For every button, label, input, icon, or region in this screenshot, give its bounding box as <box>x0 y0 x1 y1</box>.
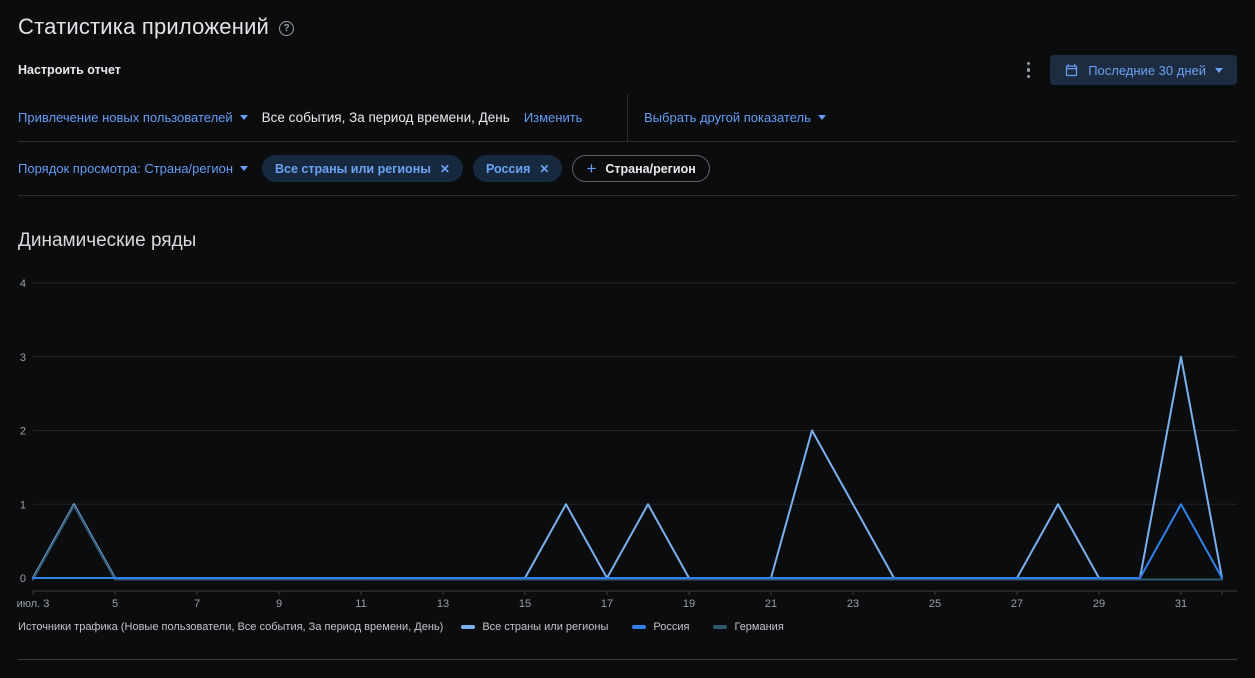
legend-item: Все страны или регионы <box>461 621 608 633</box>
remove-chip-icon[interactable]: ✕ <box>440 162 450 176</box>
more-options-icon[interactable] <box>1021 58 1037 83</box>
svg-text:3: 3 <box>20 352 26 364</box>
svg-text:27: 27 <box>1011 598 1023 610</box>
legend-label: Россия <box>653 621 690 633</box>
svg-text:19: 19 <box>683 598 695 610</box>
filter-chip-russia[interactable]: Россия ✕ <box>472 155 563 182</box>
configure-report-label: Настроить отчет <box>18 63 121 77</box>
date-range-label: Последние 30 дней <box>1088 62 1206 78</box>
bottom-divider <box>18 659 1237 660</box>
calendar-icon <box>1066 63 1078 76</box>
chip-label: Все страны или регионы <box>275 161 431 176</box>
page-header: Статистика приложений ? <box>0 0 1255 40</box>
view-order-label: Порядок просмотра: Страна/регион <box>18 161 234 176</box>
metric-detail: Все события, За период времени, День <box>261 110 510 125</box>
svg-text:23: 23 <box>847 598 859 610</box>
chart-canvas[interactable]: 01234июл. 3 5 7 9 11 13 15 17 19 21 23 25 27 29 31 <box>0 272 1255 612</box>
svg-text:29: 29 <box>1093 598 1105 610</box>
report-actions: Последние 30 дней <box>1021 55 1237 85</box>
chevron-down-icon <box>239 115 248 120</box>
view-order-selector[interactable]: Порядок просмотра: Страна/регион <box>18 161 249 176</box>
time-series-chart[interactable]: 0 1 2 3 4 июл. 3 5 7 9 11 13 15 17 19 21 23 25 27 29 31 <box>0 272 1255 617</box>
compare-metric-selector[interactable]: Выбрать другой показатель <box>644 110 826 125</box>
chevron-down-icon <box>240 166 249 171</box>
plus-icon: + <box>586 158 597 178</box>
svg-text:2: 2 <box>20 426 26 438</box>
svg-text:5: 5 <box>112 598 118 610</box>
svg-text:17: 17 <box>601 598 613 610</box>
svg-text:15: 15 <box>519 598 531 610</box>
svg-text:0: 0 <box>20 573 26 585</box>
chart-section-title: Динамические ряды <box>18 230 197 251</box>
chevron-down-icon <box>817 115 826 120</box>
legend-prefix: Источники трафика (Новые пользователи, В… <box>18 621 444 633</box>
report-bar: Настроить отчет Последние 30 дней <box>0 54 1255 86</box>
legend-label: Германия <box>734 621 784 633</box>
compare-metric-cell: Выбрать другой показатель <box>627 94 1237 141</box>
legend-item: Германия <box>713 621 784 633</box>
chip-label: Россия <box>485 161 531 176</box>
metric-filter-row: Привлечение новых пользователей Все собы… <box>18 94 1237 142</box>
dimension-filter-row: Порядок просмотра: Страна/регион Все стр… <box>18 142 1237 196</box>
page-title: Статистика приложений <box>18 14 270 39</box>
help-icon[interactable]: ? <box>279 20 295 36</box>
compare-metric-label: Выбрать другой показатель <box>644 110 811 125</box>
legend-swatch-icon <box>632 625 647 629</box>
chart-legend: Источники трафика (Новые пользователи, В… <box>0 621 1255 633</box>
add-chip-label: Страна/регион <box>605 161 696 176</box>
metric-selector-label: Привлечение новых пользователей <box>18 110 233 125</box>
svg-text:31: 31 <box>1175 598 1187 610</box>
chevron-down-icon <box>1215 67 1223 73</box>
legend-swatch-icon <box>461 625 476 629</box>
date-range-button[interactable]: Последние 30 дней <box>1050 55 1237 85</box>
svg-text:7: 7 <box>194 598 200 610</box>
metric-cell: Привлечение новых пользователей Все собы… <box>18 94 627 141</box>
filter-chip-all-countries[interactable]: Все страны или регионы ✕ <box>262 155 463 182</box>
dimension-chips: Все страны или регионы ✕ Россия ✕ + Стра… <box>262 155 710 182</box>
add-country-chip[interactable]: + Страна/регион <box>572 155 710 182</box>
svg-text:25: 25 <box>929 598 941 610</box>
svg-text:4: 4 <box>20 278 26 290</box>
legend-item: Россия <box>632 621 689 633</box>
metric-selector[interactable]: Привлечение новых пользователей <box>18 110 248 125</box>
svg-text:9: 9 <box>276 598 282 610</box>
legend-items: Все страны или регионы Россия Германия <box>461 621 784 633</box>
legend-swatch-icon <box>713 625 728 629</box>
legend-label: Все страны или регионы <box>482 621 609 633</box>
edit-metric-link[interactable]: Изменить <box>524 110 583 125</box>
svg-text:13: 13 <box>437 598 449 610</box>
svg-text:11: 11 <box>355 598 366 610</box>
svg-text:21: 21 <box>765 598 777 610</box>
svg-text:1: 1 <box>20 499 26 511</box>
remove-chip-icon[interactable]: ✕ <box>539 162 549 176</box>
svg-text:июл. 3: июл. 3 <box>17 598 50 610</box>
